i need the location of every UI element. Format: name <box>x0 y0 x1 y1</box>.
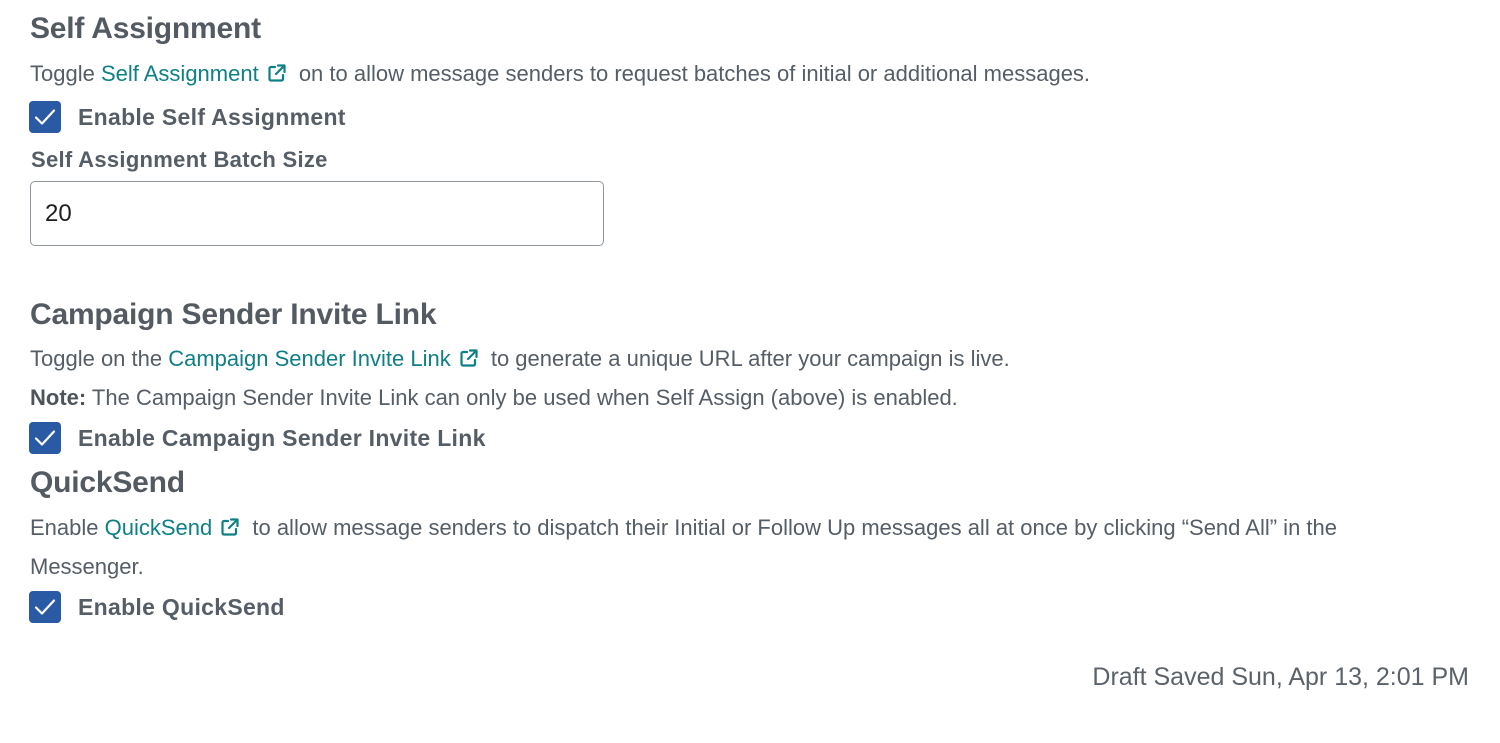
batch-size-label: Self Assignment Batch Size <box>31 147 328 172</box>
batch-size-input[interactable] <box>30 181 604 246</box>
invite-link-title: Campaign Sender Invite Link <box>30 298 437 331</box>
external-link-icon[interactable] <box>267 63 287 89</box>
draft-saved-status: Draft Saved Sun, Apr 13, 2:01 PM <box>1092 663 1469 691</box>
enable-invite-link-row[interactable]: Enable Campaign Sender Invite Link <box>29 422 486 454</box>
desc-text: to generate a unique URL after your camp… <box>484 346 1010 371</box>
checkmark-icon <box>34 109 56 125</box>
enable-self-assignment-label[interactable]: Enable Self Assignment <box>78 104 346 131</box>
invite-link-link[interactable]: Campaign Sender Invite Link <box>168 346 451 371</box>
enable-quicksend-label[interactable]: Enable QuickSend <box>78 594 285 621</box>
checkmark-icon <box>34 599 56 615</box>
quicksend-title: QuickSend <box>30 466 185 499</box>
desc-text: Toggle <box>30 61 101 86</box>
enable-quicksend-checkbox[interactable] <box>29 591 61 623</box>
quicksend-description: Enable QuickSend to allow message sender… <box>30 515 1337 543</box>
enable-self-assignment-row[interactable]: Enable Self Assignment <box>29 101 346 133</box>
self-assignment-link[interactable]: Self Assignment <box>101 61 259 86</box>
quicksend-description-line2: Messenger. <box>30 554 144 579</box>
checkmark-icon <box>34 430 56 446</box>
enable-invite-link-label[interactable]: Enable Campaign Sender Invite Link <box>78 425 486 452</box>
note-text: The Campaign Sender Invite Link can only… <box>86 385 958 410</box>
desc-text: Toggle on the <box>30 346 169 371</box>
external-link-icon[interactable] <box>459 348 479 374</box>
invite-link-description: Toggle on the Campaign Sender Invite Lin… <box>30 346 1010 374</box>
desc-text: Enable <box>30 515 105 540</box>
desc-text: on to allow message senders to request b… <box>292 61 1091 86</box>
external-link-icon[interactable] <box>220 517 240 543</box>
note-label: Note: <box>30 385 87 410</box>
quicksend-link[interactable]: QuickSend <box>105 515 213 540</box>
desc-text: to allow message senders to dispatch the… <box>246 515 1338 540</box>
self-assignment-description: Toggle Self Assignment on to allow messa… <box>30 61 1090 89</box>
enable-quicksend-row[interactable]: Enable QuickSend <box>29 591 285 623</box>
invite-link-note: Note: The Campaign Sender Invite Link ca… <box>30 385 958 411</box>
enable-invite-link-checkbox[interactable] <box>29 422 61 454</box>
self-assignment-title: Self Assignment <box>30 12 261 45</box>
enable-self-assignment-checkbox[interactable] <box>29 101 61 133</box>
